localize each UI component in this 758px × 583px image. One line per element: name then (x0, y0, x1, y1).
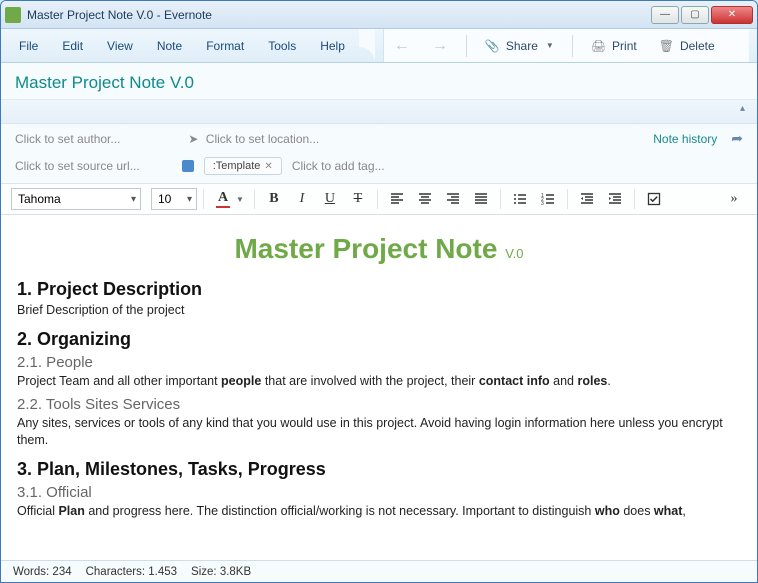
section-2-2-text: Any sites, services or tools of any kind… (17, 415, 741, 449)
window-title: Master Project Note V.0 - Evernote (27, 8, 651, 22)
section-2-1-text: Project Team and all other important peo… (17, 373, 741, 390)
font-size-value: 10 (158, 192, 171, 206)
body-title-text: Master Project Note (234, 233, 497, 264)
chevron-down-icon: ▼ (546, 41, 554, 50)
font-color-button[interactable]: A (210, 188, 236, 210)
author-field[interactable]: Click to set author... (15, 132, 120, 146)
app-icon (5, 7, 21, 23)
toolbar-separator (466, 35, 467, 57)
nav-back-button[interactable]: ← (390, 37, 414, 55)
collapse-bar: ▴ (1, 100, 757, 124)
delete-button[interactable]: 🗑 Delete (655, 37, 719, 55)
tag-label: :Template (213, 160, 261, 172)
font-family-value: Tahoma (18, 192, 61, 206)
more-formatting-button[interactable]: » (721, 188, 747, 210)
body-version: V.0 (505, 246, 523, 261)
font-family-select[interactable]: Tahoma (11, 188, 141, 210)
align-center-button[interactable] (412, 188, 438, 210)
location-placeholder: Click to set location... (206, 132, 319, 146)
tag-template[interactable]: :Template ✕ (204, 157, 282, 175)
note-title-bar: Master Project Note V.0 (1, 63, 757, 100)
menu-edit[interactable]: Edit (52, 35, 93, 57)
toolbar-separator (572, 35, 573, 57)
section-2-heading: 2. Organizing (17, 329, 741, 350)
menu-note[interactable]: Note (147, 35, 192, 57)
section-3-1-heading: 3.1. Official (17, 484, 741, 501)
add-tag-field[interactable]: Click to add tag... (292, 159, 385, 173)
share-label: Share (506, 39, 538, 53)
align-justify-button[interactable] (468, 188, 494, 210)
collapse-metadata-button[interactable]: ▴ (740, 103, 745, 114)
font-size-select[interactable]: 10 (151, 188, 197, 210)
section-2-1-heading: 2.1. People (17, 354, 741, 371)
numbered-list-button[interactable]: 123 (535, 188, 561, 210)
trash-icon: 🗑 (659, 39, 674, 53)
status-bar: Words: 234 Characters: 1.453 Size: 3.8KB (1, 560, 757, 582)
print-label: Print (612, 39, 637, 53)
share-button[interactable]: 📎 Share ▼ (481, 37, 558, 55)
section-1-text: Brief Description of the project (17, 302, 741, 319)
paperclip-icon: 📎 (485, 39, 500, 53)
section-3-1-text: Official Plan and progress here. The dis… (17, 503, 741, 520)
menu-view[interactable]: View (97, 35, 143, 57)
checkbox-button[interactable] (641, 188, 667, 210)
section-3-heading: 3. Plan, Milestones, Tasks, Progress (17, 459, 741, 480)
indent-button[interactable] (602, 188, 628, 210)
remove-tag-icon[interactable]: ✕ (264, 161, 272, 172)
titlebar[interactable]: Master Project Note V.0 - Evernote — ▢ ✕ (1, 1, 757, 29)
note-title[interactable]: Master Project Note V.0 (15, 73, 743, 93)
minimize-button[interactable]: — (651, 6, 679, 24)
bold-button[interactable]: B (261, 188, 287, 210)
menubar-divider (359, 29, 375, 63)
location-field[interactable]: ➤ Click to set location... (188, 132, 319, 146)
menu-help[interactable]: Help (310, 35, 355, 57)
section-1-heading: 1. Project Description (17, 279, 741, 300)
metadata-row-1: Click to set author... ➤ Click to set lo… (1, 124, 757, 153)
menubar: File Edit View Note Format Tools Help ← … (1, 29, 757, 63)
outdent-button[interactable] (574, 188, 600, 210)
format-toolbar: Tahoma 10 A ▼ B I U T 123 (1, 184, 757, 215)
metadata-row-2: Click to set source url... :Template ✕ C… (1, 153, 757, 184)
align-right-button[interactable] (440, 188, 466, 210)
underline-button[interactable]: U (317, 188, 343, 210)
italic-button[interactable]: I (289, 188, 315, 210)
status-characters: Characters: 1.453 (86, 566, 177, 578)
nav-forward-button[interactable]: → (428, 37, 452, 55)
app-window: Master Project Note V.0 - Evernote — ▢ ✕… (0, 0, 758, 583)
menu-format[interactable]: Format (196, 35, 254, 57)
location-icon: ➤ (188, 132, 198, 146)
menu-file[interactable]: File (9, 35, 48, 57)
body-title: Master Project Note V.0 (17, 233, 741, 265)
print-button[interactable]: 🖨 Print (587, 37, 641, 55)
note-history-link[interactable]: Note history (653, 132, 717, 146)
status-size: Size: 3.8KB (191, 566, 251, 578)
svg-text:3: 3 (541, 201, 544, 206)
share-forward-icon[interactable]: ➦ (731, 130, 743, 147)
source-url-field[interactable]: Click to set source url... (15, 159, 140, 173)
status-words: Words: 234 (13, 566, 72, 578)
chevron-down-icon[interactable]: ▼ (236, 195, 248, 204)
menu-tools[interactable]: Tools (258, 35, 306, 57)
tag-color-button[interactable] (182, 160, 194, 172)
align-left-button[interactable] (384, 188, 410, 210)
maximize-button[interactable]: ▢ (681, 6, 709, 24)
bullet-list-button[interactable] (507, 188, 533, 210)
strikethrough-button[interactable]: T (345, 188, 371, 210)
close-button[interactable]: ✕ (711, 6, 753, 24)
delete-label: Delete (680, 39, 715, 53)
printer-icon: 🖨 (591, 39, 606, 53)
section-2-2-heading: 2.2. Tools Sites Services (17, 396, 741, 413)
note-editor[interactable]: Master Project Note V.0 1. Project Descr… (1, 215, 757, 560)
